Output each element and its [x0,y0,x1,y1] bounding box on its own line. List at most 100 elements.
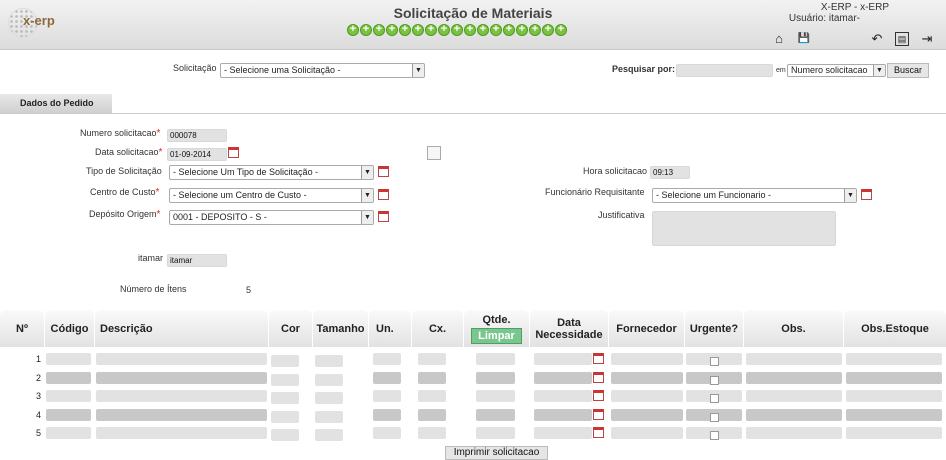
obs-estoque-cell[interactable] [846,353,942,365]
numero-input[interactable]: 000078 [167,129,227,142]
centro-select[interactable]: - Selecione um Centro de Custo - ▼ [169,188,374,203]
codigo-cell[interactable] [46,390,91,402]
itamar-input[interactable]: itamar [167,254,227,267]
descricao-cell[interactable] [96,408,267,421]
descricao-cell[interactable] [96,390,267,402]
fornecedor-cell[interactable] [611,371,683,384]
tamanho-cell[interactable] [315,410,343,423]
fornecedor-cell[interactable] [611,353,683,365]
cx-cell[interactable] [418,427,446,439]
funcionario-select[interactable]: - Selecione um Funcionario - ▼ [652,188,857,203]
calendar-icon[interactable] [593,427,604,438]
add-icon[interactable]: + [373,24,385,36]
justificativa-textarea[interactable] [652,211,836,246]
codigo-cell[interactable] [46,408,91,421]
urgente-checkbox[interactable] [710,394,719,403]
cor-cell[interactable] [271,373,299,386]
data-cell[interactable] [534,408,592,421]
calendar-icon[interactable] [593,371,604,383]
tamanho-cell[interactable] [315,355,343,367]
tab-dados-pedido[interactable]: Dados do Pedido [0,94,112,113]
add-icon[interactable]: + [555,24,567,36]
cx-cell[interactable] [418,371,446,384]
add-icon[interactable]: + [516,24,528,36]
codigo-cell[interactable] [46,353,91,365]
cor-cell[interactable] [271,410,299,423]
add-icon[interactable]: + [425,24,437,36]
descricao-cell[interactable] [96,371,267,384]
search-field-select[interactable]: Numero solicitacao ▼ [787,64,886,77]
exit-icon[interactable]: ⇥ [920,32,934,46]
add-icon[interactable]: + [529,24,541,36]
add-icon[interactable]: + [503,24,515,36]
save-icon[interactable]: 💾 [797,32,811,46]
calendar-icon[interactable] [378,166,389,177]
qtde-cell[interactable] [476,371,515,384]
qtde-cell[interactable] [476,408,515,421]
calendar-icon[interactable] [378,211,389,222]
add-icon[interactable]: + [464,24,476,36]
print-button[interactable]: Imprimir solicitacao [445,446,548,460]
tamanho-cell[interactable] [315,429,343,441]
urgente-checkbox[interactable] [710,375,719,385]
un-cell[interactable] [373,353,401,365]
descricao-cell[interactable] [96,353,267,365]
obs-cell[interactable] [746,427,842,439]
qtde-cell[interactable] [476,353,515,365]
data-cell[interactable] [534,353,592,365]
add-icon[interactable]: + [386,24,398,36]
obs-cell[interactable] [746,390,842,402]
deposito-select[interactable]: 0001 - DEPOSITO - S - ▼ [169,210,374,225]
obs-cell[interactable] [746,371,842,384]
solicitacao-select[interactable]: - Selecione uma Solicitação - ▼ [220,63,425,78]
cor-cell[interactable] [271,392,299,404]
buscar-button[interactable]: Buscar [887,63,929,78]
data-cell[interactable] [534,390,592,402]
back-icon[interactable]: ↶ [870,32,884,46]
data-cell[interactable] [534,371,592,384]
calendar-icon[interactable] [228,147,239,158]
descricao-cell[interactable] [96,427,267,439]
calendar-icon[interactable] [593,353,604,364]
cor-cell[interactable] [271,355,299,367]
add-icon[interactable]: + [490,24,502,36]
calendar-icon[interactable] [593,408,604,420]
codigo-cell[interactable] [46,371,91,384]
obs-estoque-cell[interactable] [846,371,942,384]
fornecedor-cell[interactable] [611,390,683,402]
home-icon[interactable]: ⌂ [772,32,786,46]
cx-cell[interactable] [418,390,446,402]
add-icon[interactable]: + [412,24,424,36]
qtde-cell[interactable] [476,390,515,402]
un-cell[interactable] [373,427,401,439]
search-input[interactable] [676,64,773,77]
urgente-checkbox[interactable] [710,431,719,440]
codigo-cell[interactable] [46,427,91,439]
calendar-icon[interactable] [861,189,872,200]
cor-cell[interactable] [271,429,299,441]
fornecedor-cell[interactable] [611,408,683,421]
fornecedor-cell[interactable] [611,427,683,439]
tamanho-cell[interactable] [315,392,343,404]
add-icon[interactable]: + [360,24,372,36]
urgente-checkbox[interactable] [710,412,719,422]
calendar-icon[interactable] [378,189,389,200]
obs-cell[interactable] [746,353,842,365]
add-icon[interactable]: + [451,24,463,36]
cx-cell[interactable] [418,353,446,365]
obs-estoque-cell[interactable] [846,427,942,439]
report-icon[interactable]: ▤ [895,32,909,46]
copy-icon[interactable] [427,146,441,160]
add-icon[interactable]: + [438,24,450,36]
limpar-button[interactable]: Limpar [471,327,522,344]
hora-input[interactable]: 09:13 [650,166,690,179]
obs-estoque-cell[interactable] [846,408,942,421]
obs-estoque-cell[interactable] [846,390,942,402]
data-cell[interactable] [534,427,592,439]
qtde-cell[interactable] [476,427,515,439]
add-icon[interactable]: + [347,24,359,36]
un-cell[interactable] [373,371,401,384]
urgente-checkbox[interactable] [710,357,719,366]
un-cell[interactable] [373,390,401,402]
calendar-icon[interactable] [593,390,604,401]
